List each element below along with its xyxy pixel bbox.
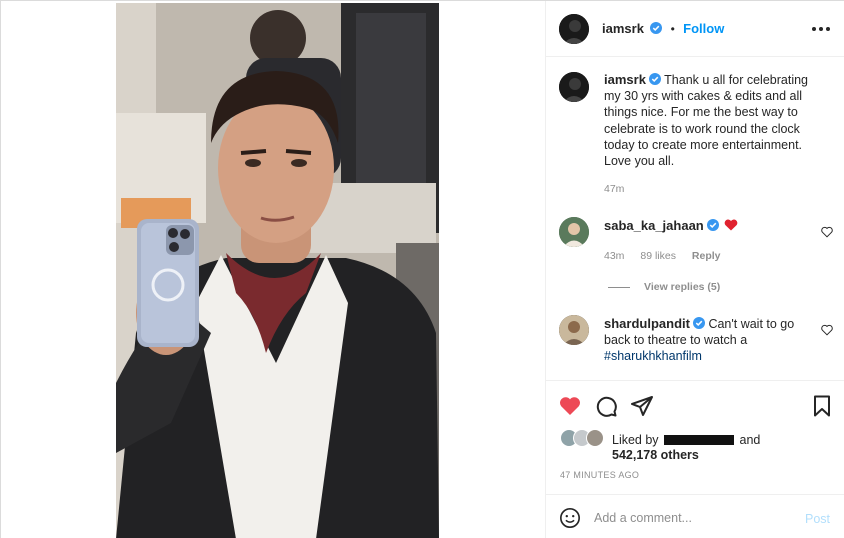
- post-dialog: iamsrk • Follow iamsrk Thank u all for c…: [0, 0, 844, 538]
- caption-text: Thank u all for celebrating my 30 yrs wi…: [604, 73, 809, 169]
- emoji-icon[interactable]: [559, 507, 581, 529]
- comment-input[interactable]: [594, 507, 794, 529]
- likes-count[interactable]: 542,178 others: [612, 448, 699, 462]
- verified-badge-icon: [706, 219, 719, 231]
- comment-item: shardulpandit Can't wait to go back to t…: [604, 316, 824, 365]
- comment-icon[interactable]: [594, 394, 618, 418]
- like-comment-heart-icon[interactable]: [821, 226, 833, 238]
- comment-item: saba_ka_jahaan: [604, 218, 824, 234]
- view-replies-label: View replies (5): [644, 281, 721, 293]
- caption-meta: 47m: [604, 183, 637, 195]
- liked-by-suffix: and: [739, 433, 761, 447]
- replies-divider-line: [608, 286, 630, 288]
- view-replies-button[interactable]: View replies (5): [608, 281, 720, 293]
- liker-avatar: [586, 429, 604, 447]
- save-icon[interactable]: [810, 394, 834, 418]
- verified-badge-icon: [650, 22, 663, 34]
- comment-avatar[interactable]: [559, 217, 589, 247]
- post-header: iamsrk • Follow: [546, 1, 844, 57]
- post-timestamp[interactable]: 47 MINUTES AGO: [560, 470, 639, 480]
- caption-age: 47m: [604, 183, 625, 195]
- separator-dot: •: [670, 22, 675, 36]
- post-comment-button[interactable]: Post: [805, 512, 830, 526]
- post-sidebar: iamsrk • Follow iamsrk Thank u all for c…: [545, 1, 844, 538]
- comments-list[interactable]: iamsrk Thank u all for celebrating my 30…: [546, 58, 844, 380]
- author-username[interactable]: iamsrk: [602, 21, 644, 36]
- author-avatar[interactable]: [559, 14, 589, 44]
- post-media-panel: [1, 1, 545, 538]
- hashtag-link[interactable]: #sharukhkhanfilm: [604, 349, 702, 363]
- post-photo[interactable]: [116, 3, 439, 538]
- liker-avatars[interactable]: [560, 429, 610, 449]
- liked-by-prefix: Liked by: [612, 433, 659, 447]
- comment-age: 43m: [604, 250, 625, 262]
- caption-author[interactable]: iamsrk: [604, 72, 646, 87]
- heart-icon[interactable]: [558, 394, 582, 418]
- comment-author[interactable]: shardulpandit: [604, 316, 690, 331]
- comment-meta: 43m 89 likes Reply: [604, 250, 733, 262]
- caption-avatar[interactable]: [559, 72, 589, 102]
- verified-badge-icon: [692, 317, 705, 329]
- comment-avatar[interactable]: [559, 315, 589, 345]
- reply-button[interactable]: Reply: [692, 250, 721, 262]
- comment-likes[interactable]: 89 likes: [640, 250, 676, 262]
- share-icon[interactable]: [630, 394, 654, 418]
- redacted-username: [664, 435, 735, 445]
- verified-badge-icon: [648, 73, 661, 85]
- follow-button[interactable]: Follow: [683, 21, 724, 36]
- post-actions: Liked by and 542,178 others 47 MINUTES A…: [546, 380, 844, 494]
- caption: iamsrk Thank u all for celebrating my 30…: [604, 72, 824, 169]
- red-heart-emoji-icon: [724, 219, 738, 231]
- like-comment-heart-icon[interactable]: [821, 324, 833, 336]
- more-options-icon[interactable]: [812, 22, 830, 36]
- comment-composer: Post: [546, 494, 844, 538]
- liked-by-text: Liked by and: [612, 432, 760, 448]
- comment-author[interactable]: saba_ka_jahaan: [604, 218, 704, 233]
